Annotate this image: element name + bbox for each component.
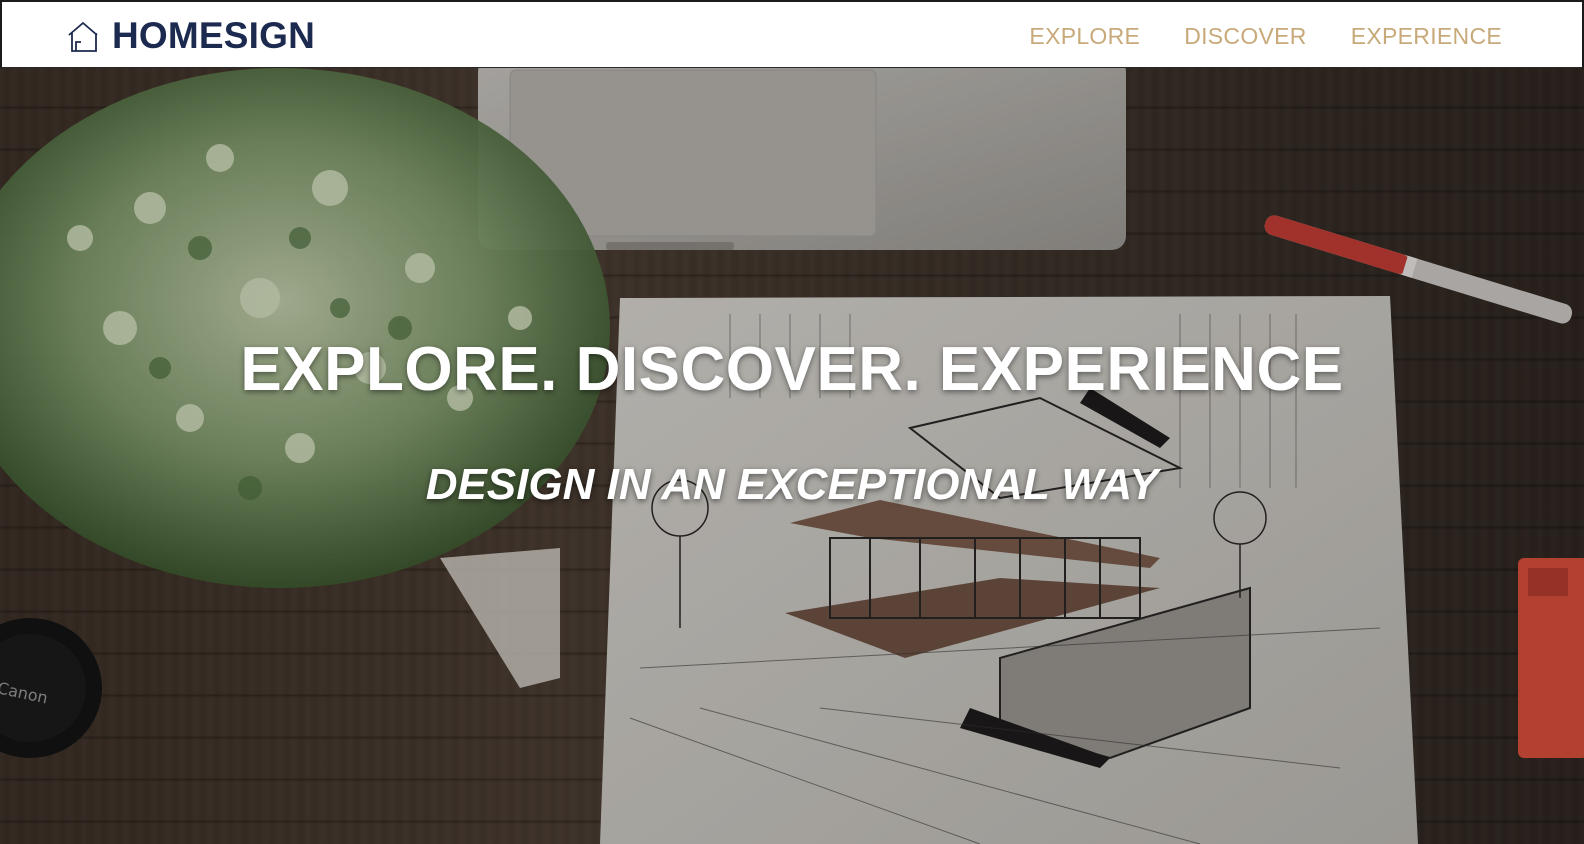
house-outline-icon bbox=[66, 18, 102, 54]
page: HOMESIGN EXPLORE DISCOVER EXPERIENCE Can… bbox=[0, 0, 1584, 844]
main-nav: EXPLORE DISCOVER EXPERIENCE bbox=[1029, 22, 1502, 50]
hero-section: Canon EXPLORE. DISCOVER. EXPERIENCE DESI… bbox=[0, 68, 1584, 844]
hero-title: EXPLORE. DISCOVER. EXPERIENCE bbox=[240, 335, 1344, 404]
nav-discover[interactable]: DISCOVER bbox=[1184, 22, 1307, 50]
nav-experience[interactable]: EXPERIENCE bbox=[1351, 22, 1502, 50]
hero-subtitle: DESIGN IN AN EXCEPTIONAL WAY bbox=[425, 460, 1159, 509]
hero-darken-overlay bbox=[0, 68, 1584, 844]
site-header: HOMESIGN EXPLORE DISCOVER EXPERIENCE bbox=[0, 0, 1584, 68]
brand[interactable]: HOMESIGN bbox=[66, 16, 315, 56]
brand-name: HOMESIGN bbox=[112, 15, 316, 56]
nav-explore[interactable]: EXPLORE bbox=[1029, 22, 1140, 50]
